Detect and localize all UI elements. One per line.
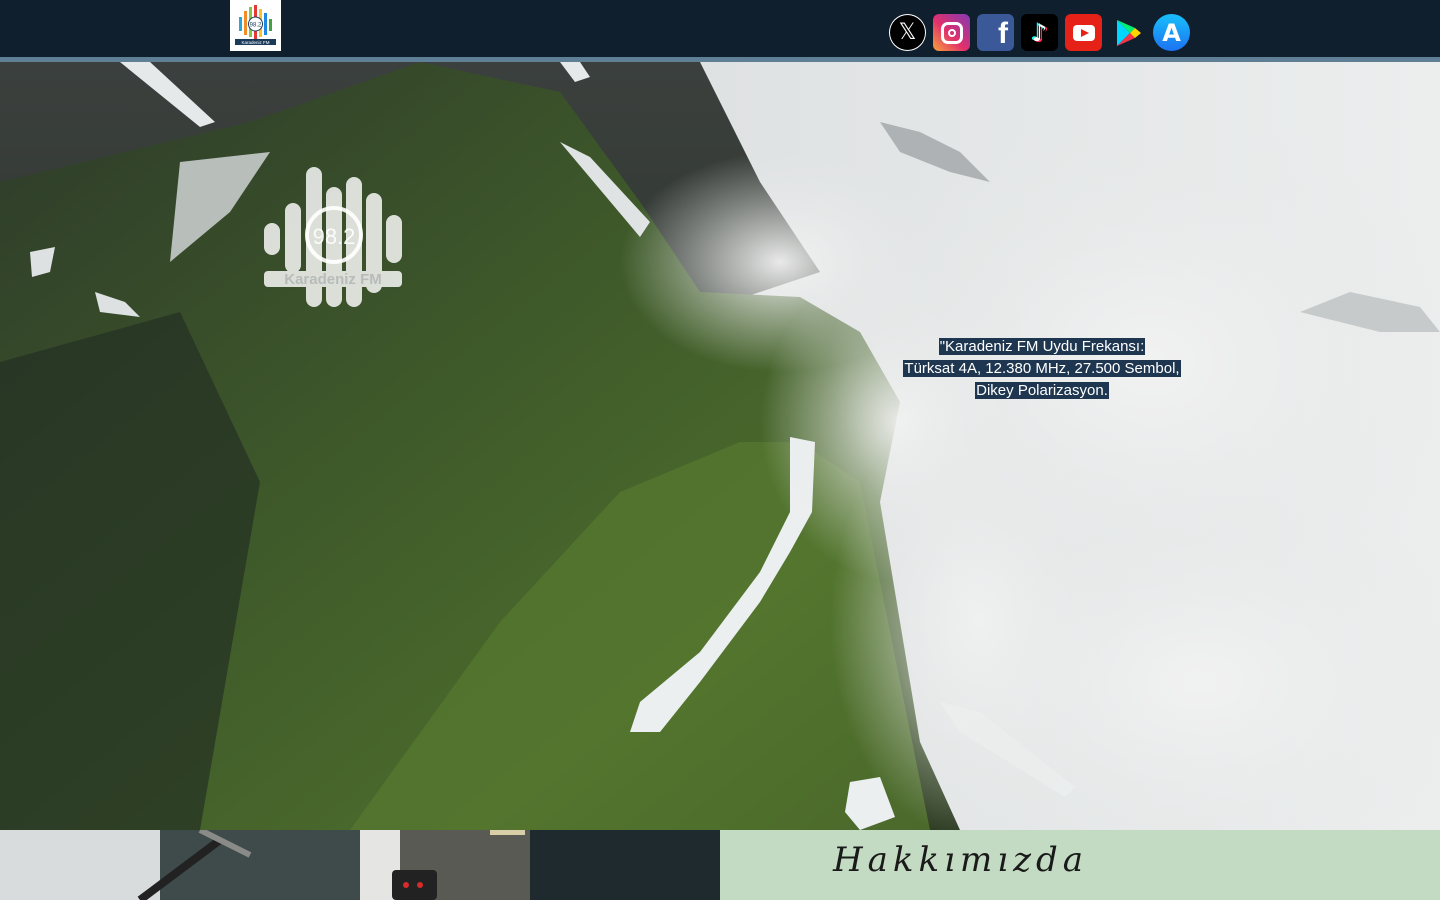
camera-glyph (940, 21, 963, 44)
play-glyph (1072, 24, 1095, 41)
satellite-frequency-text: "Karadeniz FM Uydu Frekansı: Türksat 4A,… (862, 336, 1222, 402)
tiktok-icon[interactable]: ♪ (1021, 14, 1058, 51)
studio-photo (0, 830, 720, 900)
youtube-icon[interactable] (1065, 14, 1102, 51)
hero-section: 98.2 Karadeniz FM "Karadeniz FM Uydu Fre… (0, 62, 1440, 830)
radio-logo-icon: 98.2 Karadeniz FM (235, 5, 276, 45)
mountain-background-image (0, 62, 1440, 830)
app-store-icon[interactable]: A (1153, 14, 1190, 51)
social-links: 𝕏 f ♪ A (889, 14, 1190, 51)
x-glyph: 𝕏 (890, 15, 925, 50)
svg-text:Karadeniz FM: Karadeniz FM (241, 40, 269, 45)
frequency-line-2: Türksat 4A, 12.380 MHz, 27.500 Sembol, (903, 360, 1181, 377)
frequency-line-3: Dikey Polarizasyon. (975, 382, 1109, 399)
app-store-glyph: A (1162, 18, 1181, 47)
svg-text:98.2: 98.2 (250, 23, 262, 29)
header-logo[interactable]: 98.2 Karadeniz FM (230, 0, 281, 51)
karadeniz-fm-watermark-logo: 98.2 Karadeniz FM (264, 167, 402, 307)
svg-text:98.2: 98.2 (313, 224, 356, 249)
google-play-glyph (1116, 19, 1141, 46)
facebook-glyph: f (998, 17, 1008, 50)
svg-text:Karadeniz FM: Karadeniz FM (284, 271, 382, 288)
site-header: 98.2 Karadeniz FM 𝕏 f ♪ A (0, 0, 1440, 62)
frequency-line-1: "Karadeniz FM Uydu Frekansı: (938, 338, 1146, 355)
facebook-icon[interactable]: f (977, 14, 1014, 51)
about-title: Hakkımızda (833, 840, 1089, 880)
tiktok-glyph: ♪ (1031, 18, 1048, 47)
x-icon[interactable]: 𝕏 (889, 14, 926, 51)
about-section: Hakkımızda (720, 830, 1440, 900)
instagram-icon[interactable] (933, 14, 970, 51)
google-play-icon[interactable] (1109, 14, 1146, 51)
microphone-studio-image (0, 830, 720, 900)
